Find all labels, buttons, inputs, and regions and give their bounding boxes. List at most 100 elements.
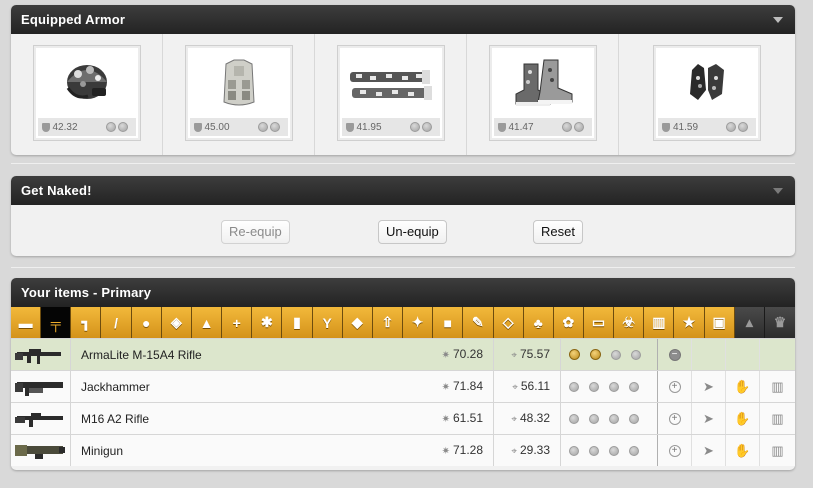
equip-action[interactable]: + [658,371,692,402]
armor-shield-icon [662,122,670,132]
armor-card[interactable]: 41.59 [653,45,761,141]
minus-icon: − [668,348,681,361]
plushie-icon[interactable]: ✿ [553,307,584,338]
reset-button[interactable]: Reset [533,220,583,244]
item-row[interactable]: Minigun ✷ 71.28 ⌖ 29.33 + ➤ ✋ ▥ [11,434,795,466]
pants-icon [349,70,432,100]
supply-pack-icon[interactable]: ■ [433,307,464,338]
equipped-armor-panel: Equipped Armor 42.32 45.00 41.95 41.47 4… [11,5,795,155]
mod-slot-icon [257,122,268,132]
mod-icon [590,349,601,360]
armor-slot-body: 45.00 [163,34,315,155]
your-items-title: Your items - Primary [21,285,152,300]
collapse-caret-icon[interactable] [773,188,783,194]
armor-value: 41.95 [356,121,382,133]
re-equip-button[interactable]: Re-equip [221,220,290,244]
plus-icon: + [668,412,681,425]
helmet-icon [66,65,107,99]
get-naked-header[interactable]: Get Naked! [11,176,795,205]
car-icon[interactable]: ▭ [583,307,615,338]
armor-card[interactable]: 41.95 [336,45,445,141]
armor-slot-feet: 41.47 [467,34,619,155]
equip-action[interactable]: + [658,403,692,434]
item-row[interactable]: ArmaLite M-15A4 Rifle ✷ 70.28 ⌖ 75.57 − [11,338,795,370]
grenade-icon[interactable]: ● [131,307,162,338]
equip-action[interactable]: + [658,435,692,466]
trash-action[interactable]: ▥ [760,371,795,402]
armor-card[interactable]: 45.00 [184,45,293,141]
collectible-icon[interactable]: ▥ [644,307,675,338]
collapse-caret-icon[interactable] [773,17,783,23]
send-icon: ➤ [703,378,714,394]
mod-slot-icon [573,122,584,132]
item-row[interactable]: M16 A2 Rifle ✷ 61.51 ⌖ 48.32 + ➤ ✋ ▥ [11,402,795,434]
mod-slot-icon [421,122,432,132]
bag-icon[interactable]: ▣ [704,307,735,338]
mod-slot-icon [105,122,116,132]
item-damage: 70.28 [452,347,483,361]
armor-card[interactable]: 41.47 [488,45,597,141]
unequip-action[interactable]: − [658,339,692,370]
item-row[interactable]: Jackhammer ✷ 71.84 ⌖ 56.11 + ➤ ✋ ▥ [11,370,795,402]
accuracy-icon: ⌖ [511,414,517,425]
armor-card[interactable]: 42.32 [32,45,141,141]
secondary-weapon-icon[interactable]: ┓ [71,307,102,338]
alcohol-icon[interactable]: Y [312,307,343,338]
primary-weapon-icon[interactable]: ╤ [41,307,72,338]
item-list: ArmaLite M-15A4 Rifle ✷ 70.28 ⌖ 75.57 − Ja… [11,338,795,466]
candy-icon[interactable]: ◆ [342,307,373,338]
mod-slot-icon [569,413,579,424]
enhancer-icon[interactable]: ✦ [403,307,434,338]
item-damage: 71.28 [452,443,483,457]
mod-slot-icon [738,122,748,132]
accuracy-icon: ⌖ [511,350,517,361]
tool-icon[interactable]: ✎ [463,307,494,338]
send-action[interactable]: ➤ [692,435,726,466]
mod-slot-icon [629,413,639,424]
armor-value: 41.47 [508,121,534,133]
category-tabs: ▬ ╤ ┓ / ● ◈ ▲ + ✱ ▮ Y ◆ ⇧ ✦ ■ ✎ ◇ ♣ ✿ ▭ … [11,307,795,338]
dump-action[interactable]: ✋ [726,435,760,466]
un-equip-button[interactable]: Un-equip [378,220,447,244]
boots-icon [515,59,572,106]
dump-action[interactable]: ✋ [726,371,760,402]
armor-icon[interactable]: ▲ [191,307,223,338]
item-accuracy: 29.33 [519,443,550,457]
item-name: M16 A2 Rifle [81,411,150,426]
gloves-icon [690,64,724,100]
item-mods [561,339,658,370]
pyramid-icon[interactable]: ▴ [734,307,765,338]
jewelry-icon[interactable]: ◇ [493,307,524,338]
medical-icon[interactable]: + [222,307,253,338]
armor-shield-icon [41,122,50,132]
send-action[interactable]: ➤ [692,371,726,402]
melee-icon[interactable]: / [101,307,132,338]
energy-icon[interactable]: ⇧ [372,307,404,338]
rifle-icon [11,339,71,370]
virus-icon[interactable]: ☣ [614,307,645,338]
armor-value: 41.59 [673,121,699,133]
defensive-icon[interactable]: ◈ [161,307,192,338]
armor-shield-icon [497,122,506,132]
damage-icon: ✷ [441,382,450,393]
booster-icon[interactable]: ▮ [282,307,313,338]
equipped-armor-header[interactable]: Equipped Armor [11,5,795,34]
trash-action[interactable]: ▥ [760,403,795,434]
folder-icon[interactable]: ▬ [11,307,42,338]
special-icon[interactable]: ★ [674,307,705,338]
flower-icon[interactable]: ♣ [523,307,554,338]
send-action[interactable]: ➤ [692,403,726,434]
drug-icon[interactable]: ✱ [252,307,283,338]
minigun-icon [11,435,71,466]
mod-slot-icon [609,445,619,456]
accuracy-icon: ⌖ [512,382,518,393]
plus-icon: + [668,380,681,393]
trash-action[interactable]: ▥ [760,435,795,466]
hand-icon: ✋ [734,378,751,394]
send-icon: ➤ [703,410,714,426]
armor-value: 42.32 [52,121,78,133]
shotgun-icon [11,371,71,402]
mod-slot-icon [117,122,128,132]
trophy-icon[interactable]: ♛ [764,307,795,338]
dump-action[interactable]: ✋ [726,403,760,434]
